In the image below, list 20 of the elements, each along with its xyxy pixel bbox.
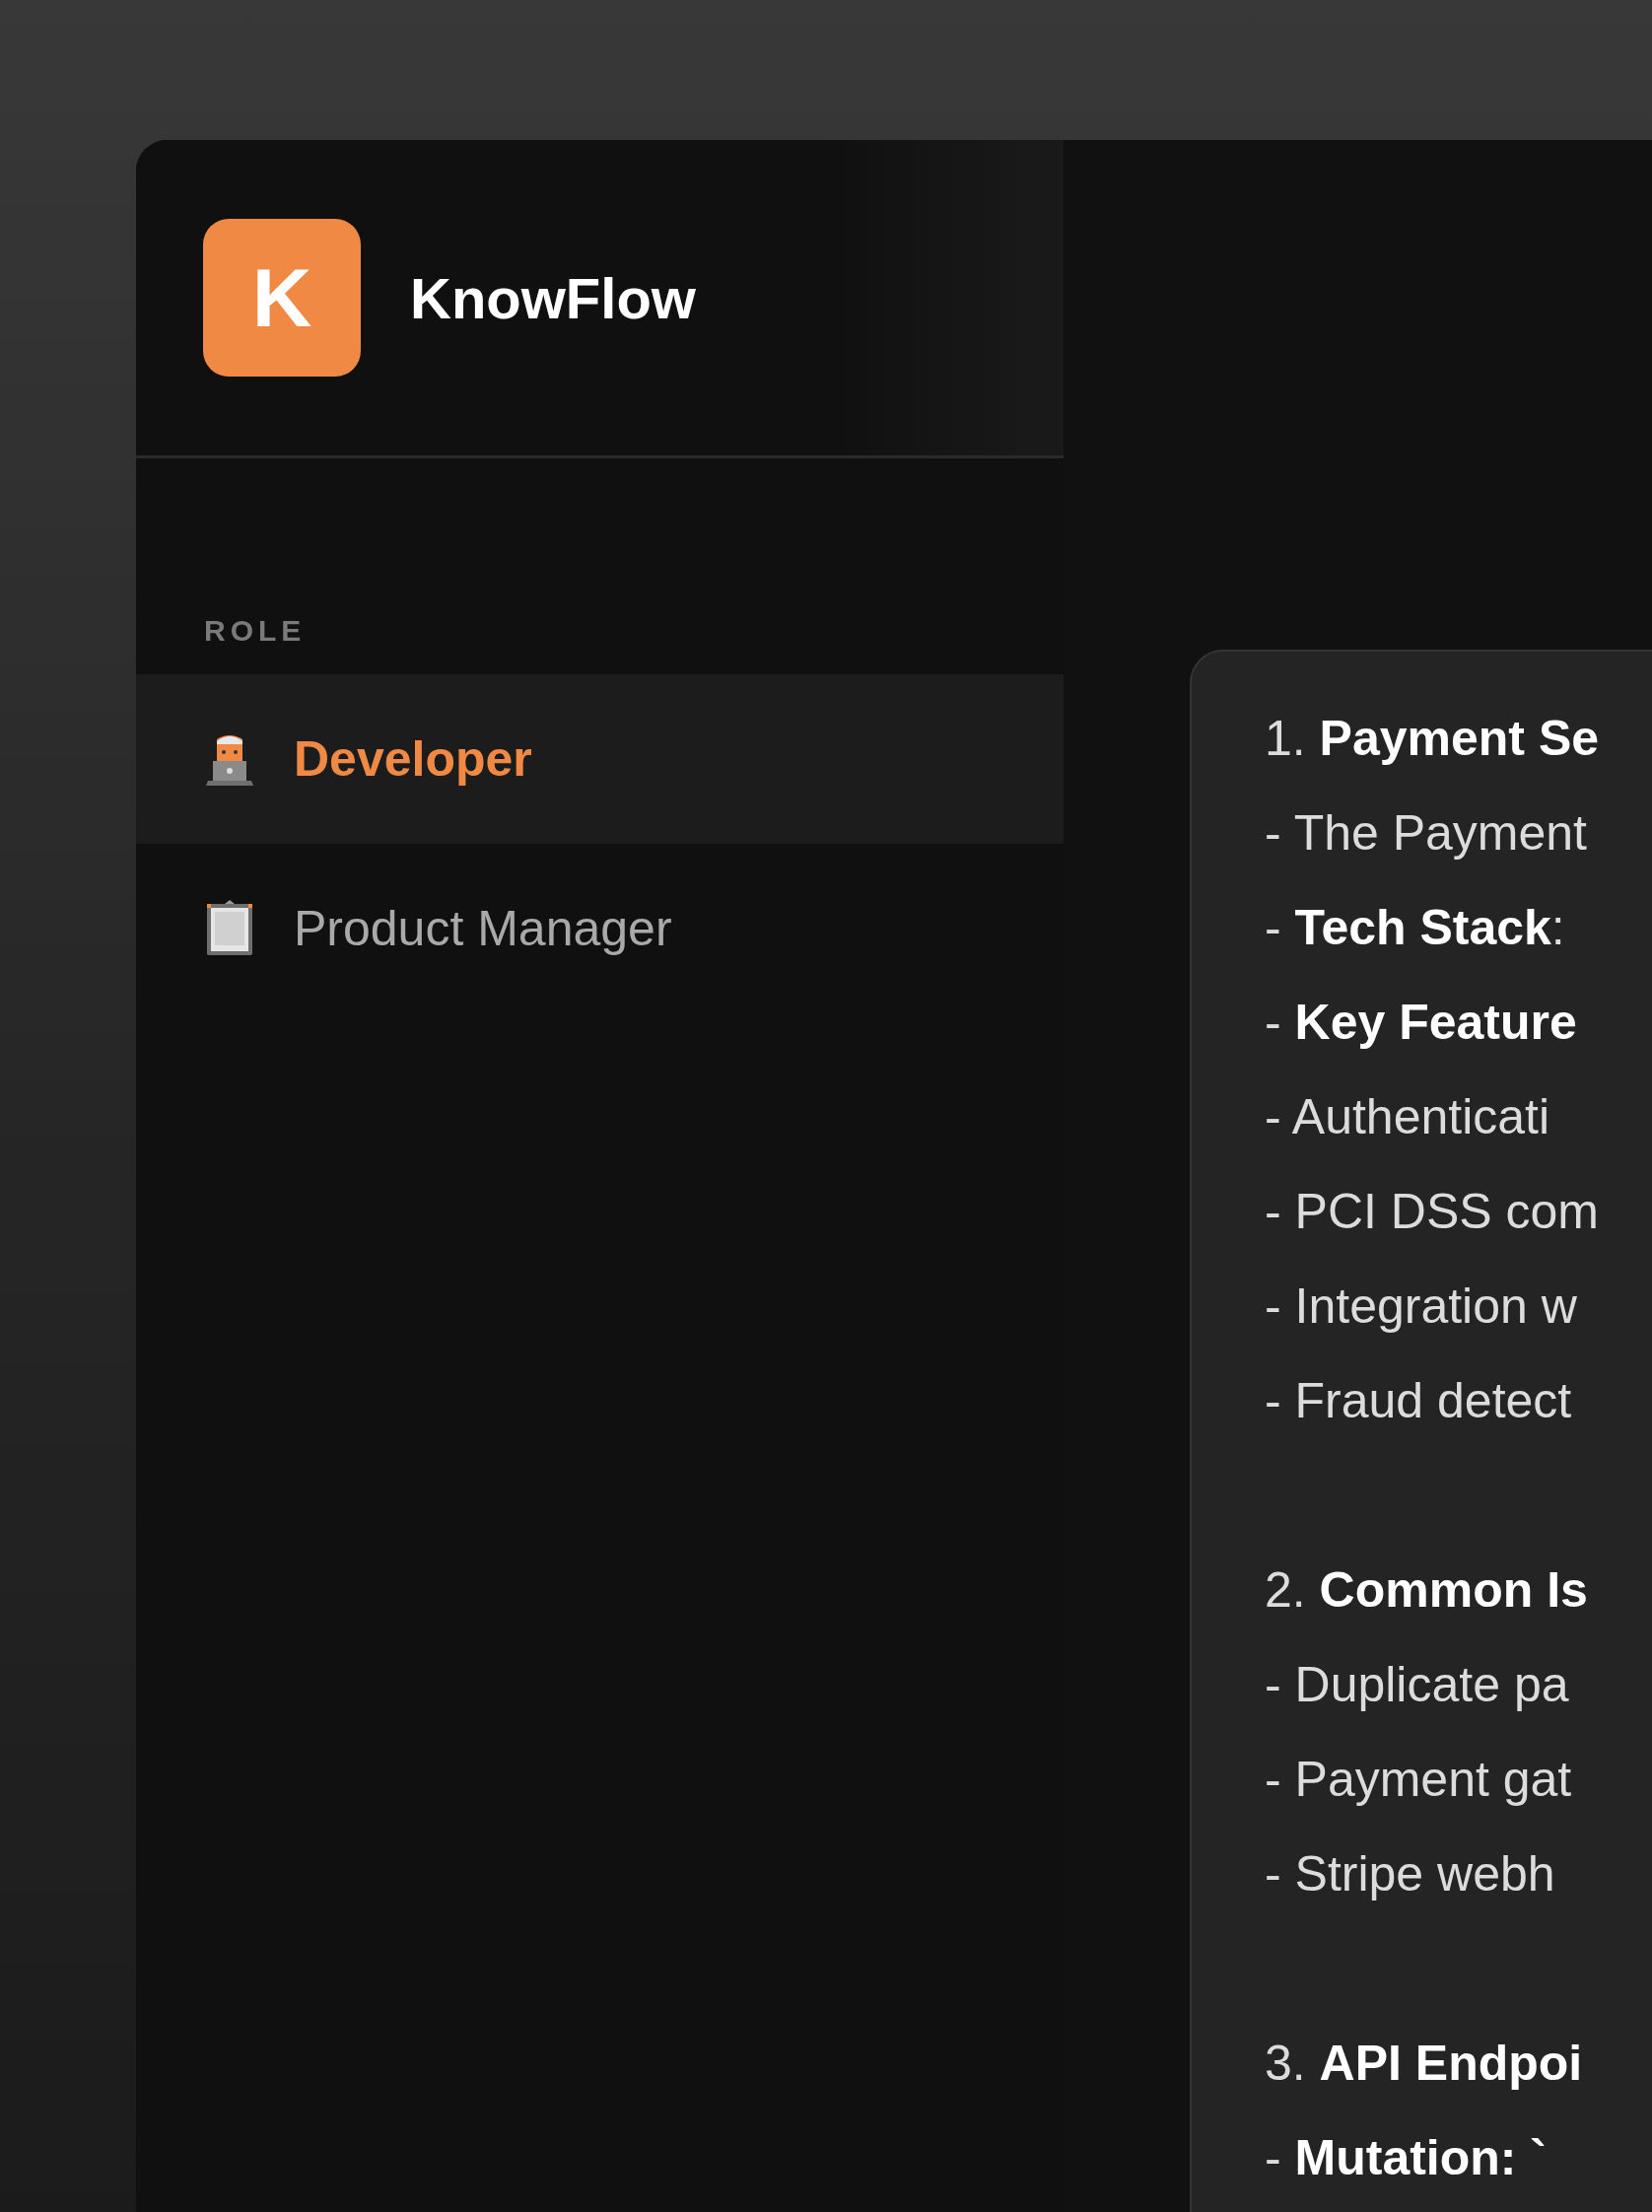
answer-line: - Authenticati xyxy=(1265,1088,1551,1146)
answer-line: - PCI DSS com xyxy=(1265,1183,1600,1241)
answer-line: - Payment gat xyxy=(1265,1751,1573,1809)
answer-line: - The Payment xyxy=(1265,804,1588,863)
clipboard-icon xyxy=(205,900,254,957)
answer-line: - Key Feature xyxy=(1265,994,1578,1052)
role-item[interactable]: Developer xyxy=(136,674,1064,844)
answer-line: - Mutation: ` xyxy=(1265,2129,1548,2187)
section-label: ROLE xyxy=(203,613,308,649)
answer-line: - Fraud detect xyxy=(1265,1372,1573,1430)
answer-line: 2. Common Is xyxy=(1265,1561,1589,1620)
answer-line: - Duplicate pa xyxy=(1265,1656,1570,1714)
answer-line: - Stripe webh xyxy=(1265,1845,1556,1903)
answer-line: 1. Payment Se xyxy=(1265,710,1601,768)
app-logo: K xyxy=(203,219,361,377)
role-item[interactable]: Product Manager xyxy=(136,844,1064,1013)
app-name: KnowFlow xyxy=(410,264,696,332)
answer-line: 3. API Endpoi xyxy=(1265,2035,1584,2093)
answer-line: - Integration w xyxy=(1265,1278,1578,1336)
answer-line: - Tech Stack: xyxy=(1265,899,1566,957)
